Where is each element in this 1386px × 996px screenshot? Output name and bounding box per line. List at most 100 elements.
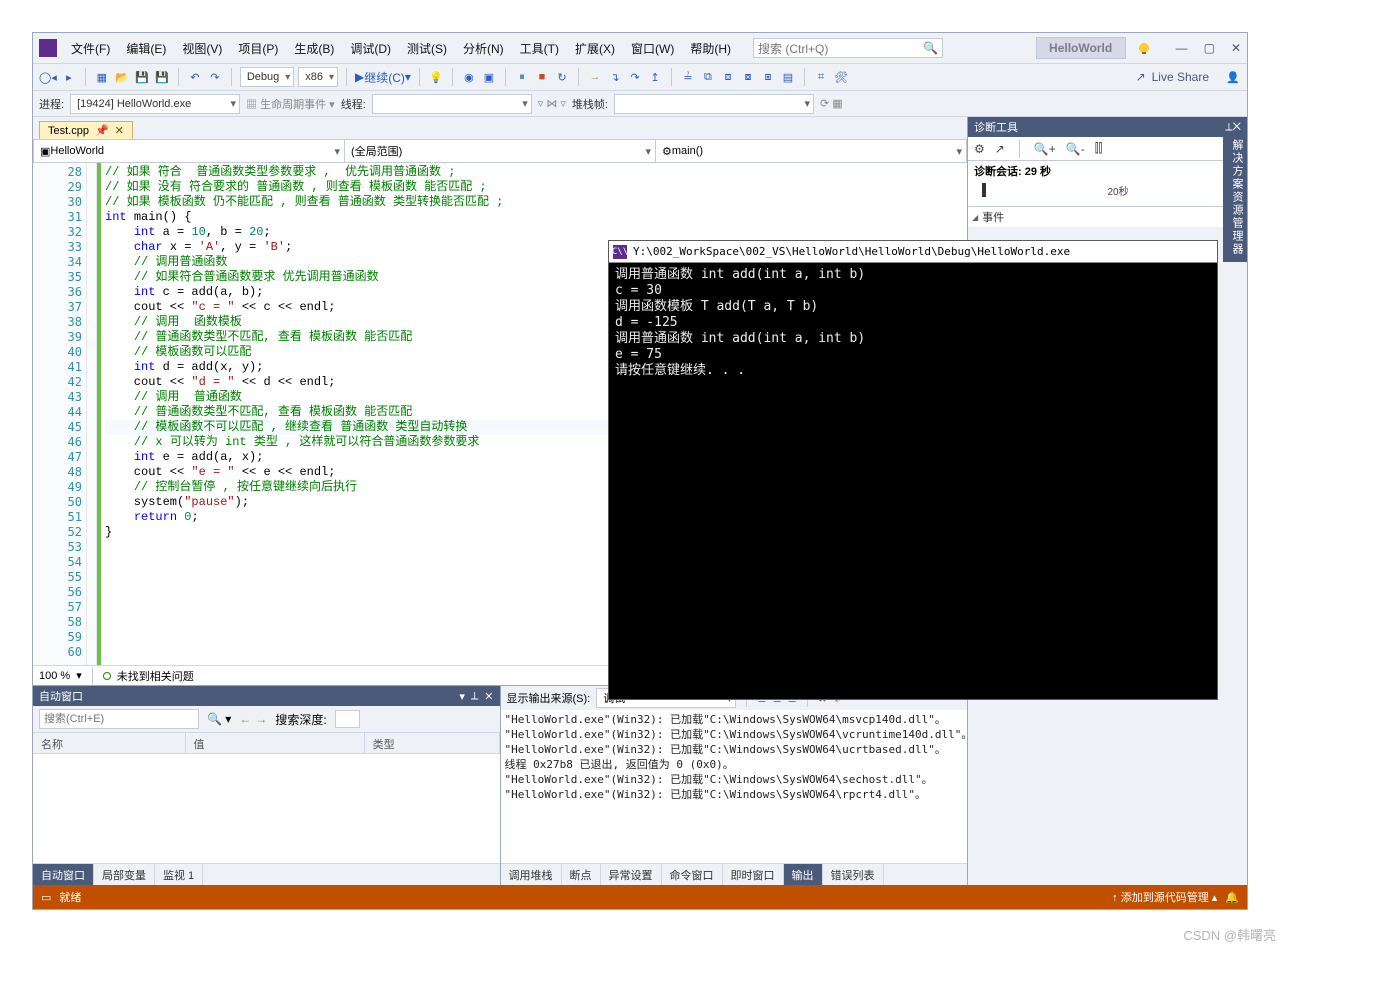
menu-item[interactable]: 扩展(X): [571, 38, 619, 59]
diag-zoom-out-icon[interactable]: 🔍-: [1066, 142, 1085, 156]
maximize-button[interactable]: ▢: [1204, 41, 1215, 55]
diag-zoom-in-icon[interactable]: 🔍+: [1034, 142, 1056, 156]
diag-timeline[interactable]: 20秒: [968, 181, 1247, 207]
bottom-tab[interactable]: 自动窗口: [33, 864, 94, 886]
menu-item[interactable]: 项目(P): [234, 38, 282, 59]
redo-button[interactable]: ↷: [207, 68, 223, 86]
console-titlebar: C\\ Y:\002_WorkSpace\002_VS\HelloWorld\H…: [609, 241, 1217, 263]
t2-icon[interactable]: ⧉: [700, 68, 716, 86]
pane-dropdown-icon[interactable]: ▾: [459, 690, 465, 703]
t3-icon[interactable]: ⧈: [720, 68, 736, 86]
bottom-tab[interactable]: 异常设置: [601, 864, 662, 886]
solution-selector[interactable]: HelloWorld: [1036, 37, 1126, 59]
step-out-icon[interactable]: ↥: [647, 68, 663, 86]
menu-item[interactable]: 调试(D): [346, 38, 395, 59]
function-context[interactable]: ⚙ main(): [656, 140, 966, 162]
autos-col-header[interactable]: 类型: [365, 733, 500, 753]
step-over-icon[interactable]: ↷: [627, 68, 643, 86]
save-button[interactable]: 💾: [134, 68, 150, 86]
scm-add-button[interactable]: ↑ 添加到源代码管理 ▴: [1112, 889, 1217, 905]
restart-button[interactable]: ↻: [554, 68, 570, 86]
menu-item[interactable]: 编辑(E): [122, 38, 170, 59]
stop-button[interactable]: ■: [534, 68, 550, 86]
pin-icon[interactable]: 📌: [95, 124, 109, 137]
pane-close-icon[interactable]: ✕: [484, 690, 493, 703]
thread-combo[interactable]: [372, 94, 532, 114]
live-share-button[interactable]: ↗ Live Share: [1136, 70, 1209, 84]
screenshot-icon[interactable]: ◉: [461, 68, 477, 86]
main-toolbar: ◯◂ ▸ ▦ 📂 💾 💾 ↶ ↷ Debug x86 ▶ 继续(C) ▾ 💡 ◉…: [33, 63, 1247, 91]
forward-button[interactable]: ▸: [61, 68, 77, 86]
bottom-tab[interactable]: 局部变量: [94, 864, 155, 886]
search-depth-combo[interactable]: [335, 710, 360, 728]
project-context[interactable]: ▣ HelloWorld: [34, 140, 345, 162]
diag-pin-icon[interactable]: ⟂: [1225, 121, 1232, 133]
undo-button[interactable]: ↶: [187, 68, 203, 86]
bottom-tab[interactable]: 输出: [784, 864, 823, 886]
menu-item[interactable]: 帮助(H): [686, 38, 735, 59]
watermark: CSDN @韩曙亮: [1183, 925, 1276, 944]
autos-search-input[interactable]: [39, 709, 199, 729]
tool-icon[interactable]: 🛠: [833, 68, 849, 86]
menu-item[interactable]: 工具(T): [516, 38, 563, 59]
autos-col-header[interactable]: 值: [186, 733, 365, 753]
t4-icon[interactable]: ⧇: [740, 68, 756, 86]
save-all-button[interactable]: 💾: [154, 68, 170, 86]
no-issues-icon: [103, 672, 111, 680]
pause-button[interactable]: ⏸: [514, 68, 530, 86]
diag-close-icon[interactable]: ✕: [1233, 121, 1241, 133]
autos-col-header[interactable]: 名称: [33, 733, 186, 753]
feedback-icon[interactable]: [1136, 40, 1152, 56]
bottom-tab[interactable]: 断点: [562, 864, 601, 886]
bottom-tab[interactable]: 即时窗口: [723, 864, 784, 886]
diag-expand-icon[interactable]: ↗: [995, 142, 1005, 156]
platform-combo[interactable]: x86: [298, 67, 338, 87]
nav-icon[interactable]: ▣: [481, 68, 497, 86]
show-next-stmt-icon[interactable]: →: [587, 68, 603, 86]
tab-test-cpp[interactable]: Test.cpp📌✕: [39, 121, 133, 139]
open-button[interactable]: 📂: [114, 68, 130, 86]
close-icon[interactable]: ✕: [115, 124, 124, 137]
diag-events-section[interactable]: 事件: [968, 207, 1247, 227]
output-text[interactable]: "HelloWorld.exe"(Win32): 已加载"C:\Windows\…: [501, 710, 968, 863]
search-next-icon[interactable]: →: [255, 712, 267, 726]
stackframe-combo[interactable]: [614, 94, 814, 114]
scope-context[interactable]: (全局范围): [345, 140, 656, 162]
menu-item[interactable]: 窗口(W): [627, 38, 678, 59]
menu-item[interactable]: 生成(B): [290, 38, 338, 59]
menu-item[interactable]: 视图(V): [178, 38, 226, 59]
minimize-button[interactable]: —: [1176, 41, 1188, 55]
pane-pin-icon[interactable]: ⟂: [471, 690, 478, 703]
t5-icon[interactable]: ⧆: [760, 68, 776, 86]
t1-icon[interactable]: ≟: [680, 68, 696, 86]
lightbulb-icon[interactable]: 💡: [428, 68, 444, 86]
menu-item[interactable]: 分析(N): [459, 38, 508, 59]
notifications-icon[interactable]: 🔔: [1225, 891, 1239, 904]
diag-chart-icon[interactable]: ⫿⫿: [1095, 141, 1103, 156]
solution-explorer-tab[interactable]: 解决方案资源管理器: [1223, 133, 1247, 262]
new-button[interactable]: ▦: [94, 68, 110, 86]
console-window[interactable]: C\\ Y:\002_WorkSpace\002_VS\HelloWorld\H…: [608, 240, 1218, 700]
menu-item[interactable]: 测试(S): [403, 38, 451, 59]
bottom-tab[interactable]: 调用堆栈: [501, 864, 562, 886]
bottom-tab[interactable]: 监视 1: [155, 864, 203, 886]
bottom-tab[interactable]: 命令窗口: [662, 864, 723, 886]
diag-settings-icon[interactable]: ⚙: [974, 142, 985, 156]
process-combo[interactable]: [19424] HelloWorld.exe: [70, 94, 240, 114]
config-combo[interactable]: Debug: [240, 67, 294, 87]
search-depth-label: 搜索深度:: [275, 711, 326, 728]
search-input[interactable]: 搜索 (Ctrl+Q)🔍: [753, 38, 943, 58]
t6-icon[interactable]: ▤: [780, 68, 796, 86]
step-into-icon[interactable]: ↴: [607, 68, 623, 86]
document-tabs: Test.cpp📌✕: [33, 117, 967, 139]
menu-item[interactable]: 文件(F): [67, 38, 114, 59]
zoom-level[interactable]: 100 %: [39, 670, 70, 682]
continue-button[interactable]: ▶ 继续(C) ▾: [355, 68, 411, 86]
back-button[interactable]: ◯◂: [39, 68, 57, 86]
bottom-tab[interactable]: 错误列表: [823, 864, 884, 886]
autos-grid[interactable]: [33, 754, 500, 863]
search-prev-icon[interactable]: ←: [239, 712, 251, 726]
close-button[interactable]: ✕: [1231, 41, 1241, 55]
hex-icon[interactable]: ⌗: [813, 68, 829, 86]
account-icon[interactable]: 👤: [1225, 68, 1241, 86]
